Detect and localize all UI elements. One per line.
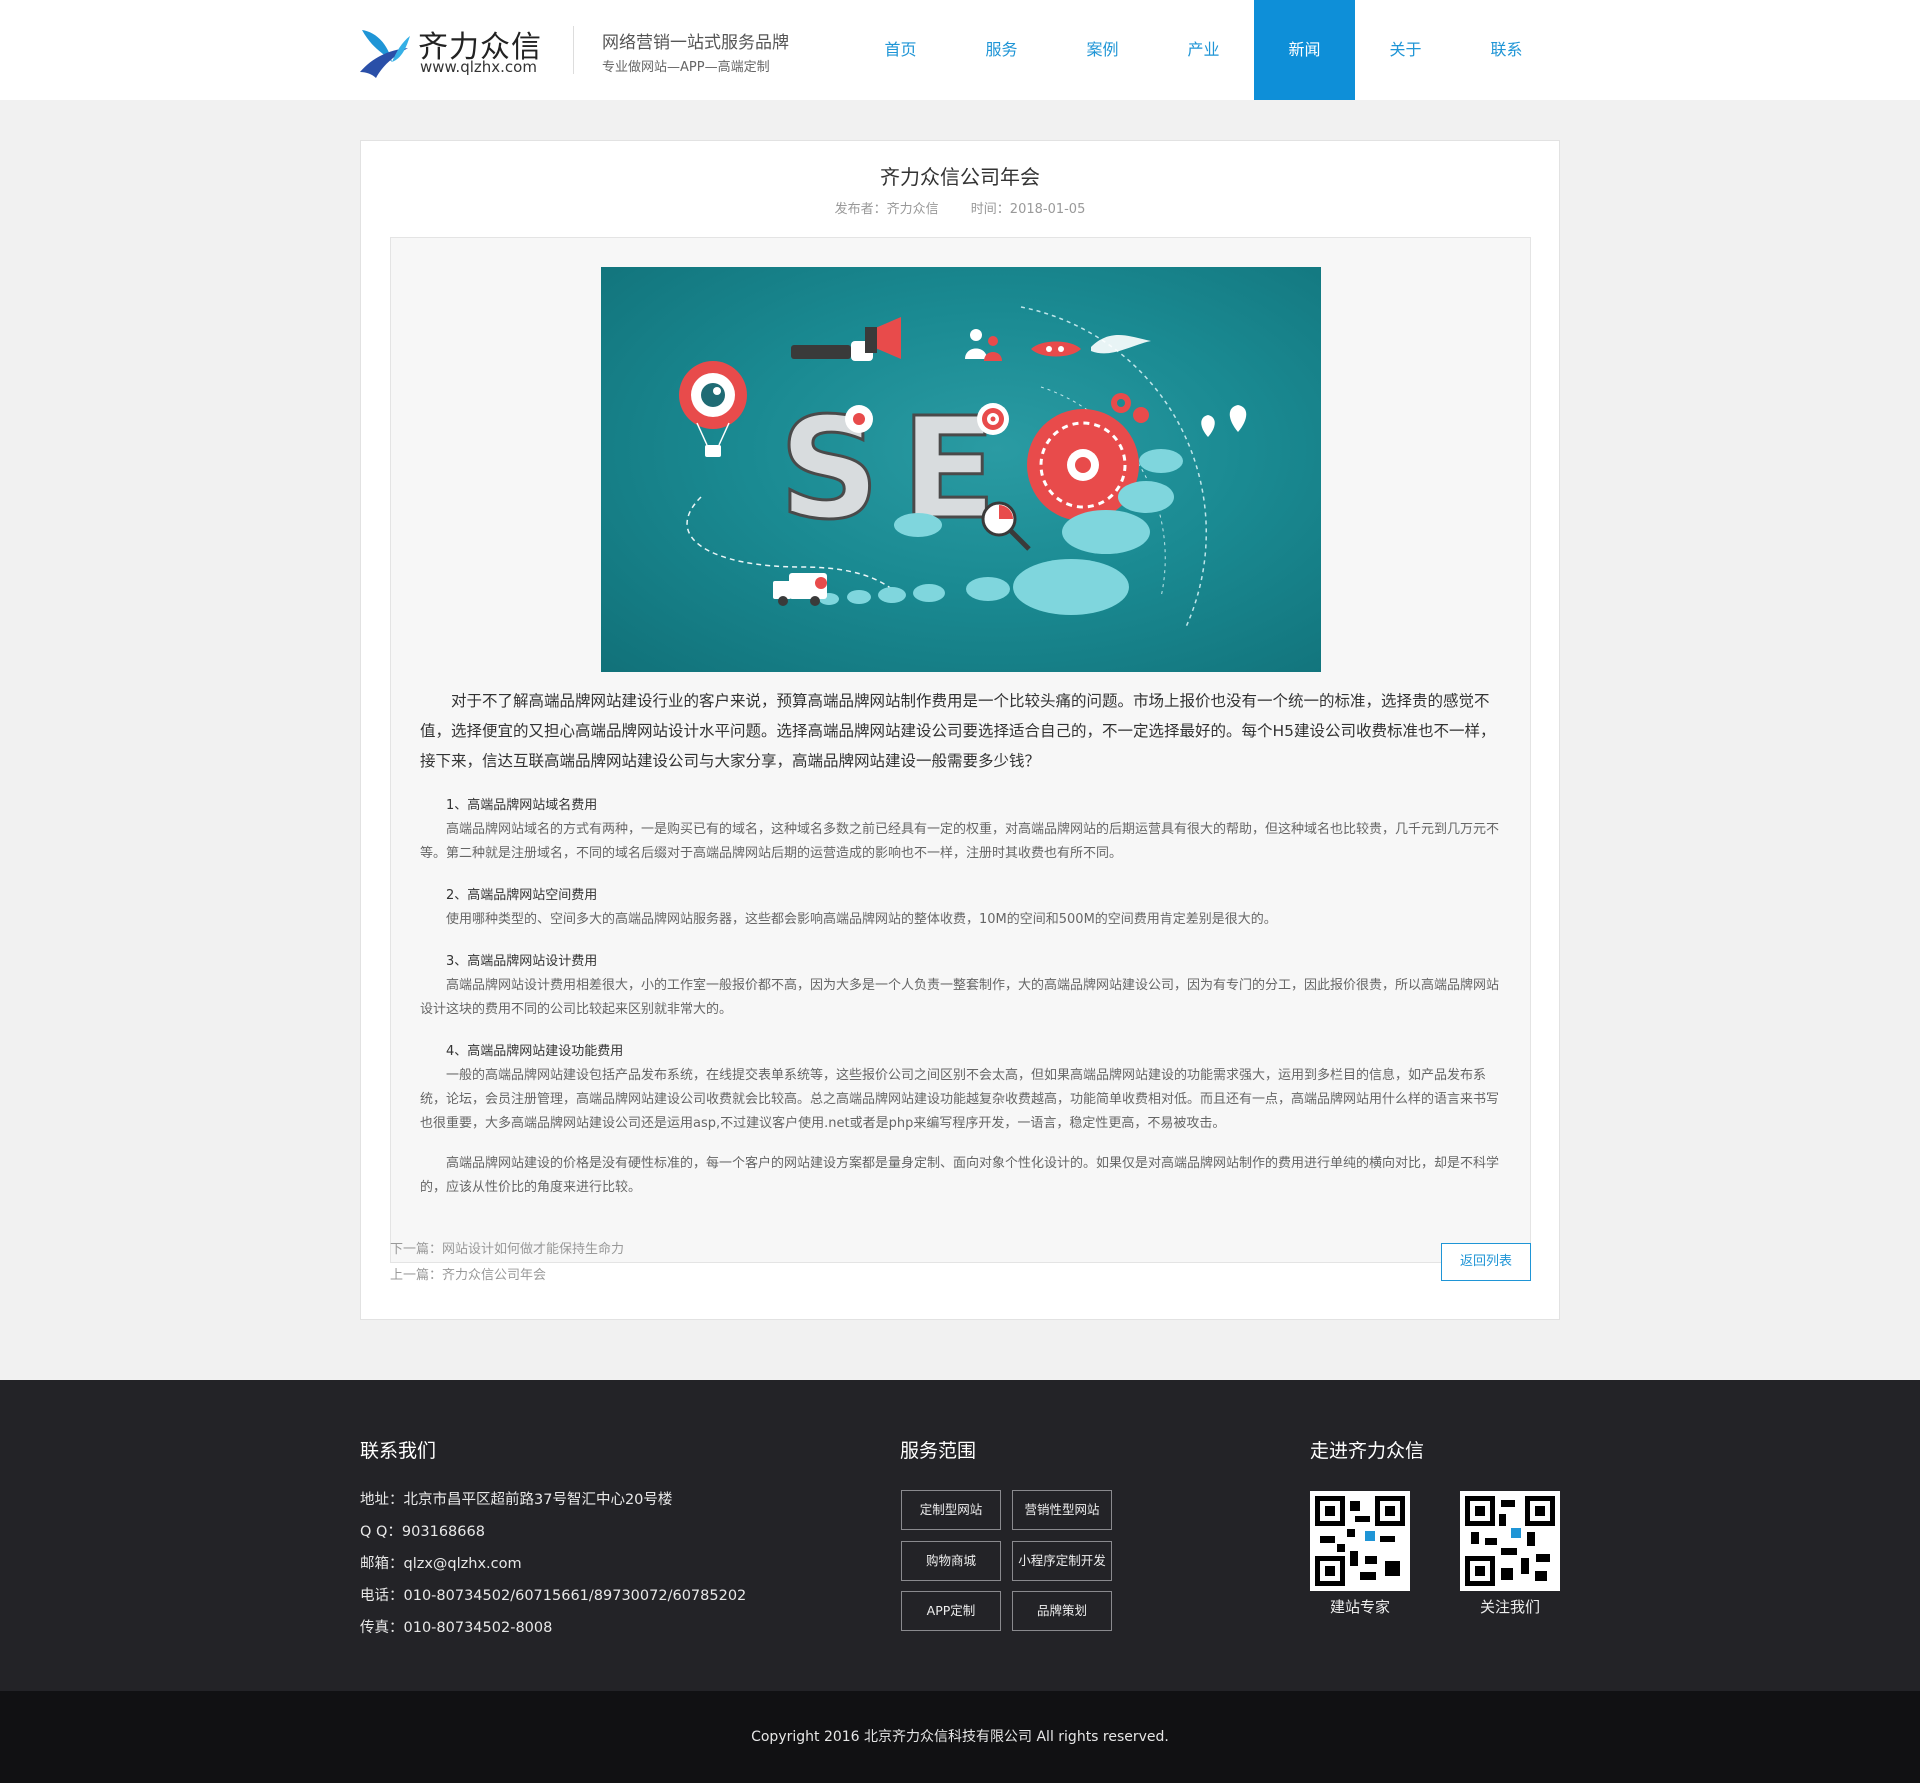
article-card: 齐力众信公司年会 发布者：齐力众信 时间：2018-01-05 S E 对于不了… xyxy=(360,140,1560,1320)
prev-article-label: 上一篇： xyxy=(390,1268,443,1283)
site-logo[interactable]: 齐力众信 www.qlzhx.com xyxy=(358,20,558,80)
next-article-label: 下一篇： xyxy=(390,1242,443,1257)
section-body: 高端品牌网站域名的方式有两种，一是购买已有的域名，这种域名多数之前已经具有一定的… xyxy=(420,822,1500,861)
slogan-sub: 专业做网站—APP—高端定制 xyxy=(602,60,770,75)
section-body: 使用哪种类型的、空间多大的高端品牌网站服务器，这些都会影响高端品牌网站的整体收费… xyxy=(446,912,1277,927)
article-hero-image: S E xyxy=(601,267,1321,672)
section-heading: 1、高端品牌网站域名费用 xyxy=(446,798,598,813)
article-section: 4、高端品牌网站建设功能费用 一般的高端品牌网站建设包括产品发布系统，在线提交表… xyxy=(420,1040,1502,1136)
article-title: 齐力众信公司年会 xyxy=(880,165,1040,189)
services-heading: 服务范围 xyxy=(900,1440,977,1462)
contact-address: 地址：北京市昌平区超前路37号智汇中心20号楼 xyxy=(360,1492,673,1508)
nav-item-about[interactable]: 关于 xyxy=(1355,0,1456,100)
people-icon xyxy=(965,329,1002,361)
article-content: S E 对于不了解高端品牌网站建设行业的客户来说，预算高端品牌网站制作费用是一个… xyxy=(390,237,1531,1263)
map-pin-icon xyxy=(1201,415,1215,437)
section-heading: 4、高端品牌网站建设功能费用 xyxy=(446,1044,624,1059)
target-icon xyxy=(977,403,1009,435)
site-header: 齐力众信 www.qlzhx.com 网络营销一站式服务品牌 专业做网站—APP… xyxy=(0,0,1920,100)
hot-air-balloon-icon xyxy=(679,361,747,457)
nav-item-news[interactable]: 新闻 xyxy=(1254,0,1355,100)
next-article-link[interactable]: 网站设计如何做才能保持生命力 xyxy=(442,1242,624,1257)
site-footer: 联系我们 地址：北京市昌平区超前路37号智汇中心20号楼 Q Q：9031686… xyxy=(0,1380,1920,1691)
article-meta: 发布者：齐力众信 时间：2018-01-05 xyxy=(361,198,1559,217)
service-shop-button[interactable]: 购物商城 xyxy=(901,1541,1001,1581)
section-heading: 2、高端品牌网站空间费用 xyxy=(446,888,598,903)
article-publisher: 发布者：齐力众信 xyxy=(834,202,939,217)
truck-icon xyxy=(773,573,827,606)
contact-email: 邮箱：qlzx@qlzhx.com xyxy=(360,1556,522,1572)
logo-mark-icon xyxy=(360,30,410,78)
article-closing: 高端品牌网站建设的价格是没有硬性标准的，每一个客户的网站建设方案都是量身定制、面… xyxy=(420,1152,1502,1200)
slogan-main: 网络营销一站式服务品牌 xyxy=(602,33,789,53)
contact-fax: 传真：010-80734502-8008 xyxy=(360,1620,553,1636)
next-article: 下一篇：网站设计如何做才能保持生命力 xyxy=(390,1237,624,1263)
nav-item-cases[interactable]: 案例 xyxy=(1052,0,1153,100)
service-miniprogram-button[interactable]: 小程序定制开发 xyxy=(1012,1541,1112,1581)
article-section: 2、高端品牌网站空间费用 使用哪种类型的、空间多大的高端品牌网站服务器，这些都会… xyxy=(420,884,1502,932)
nav-item-services[interactable]: 服务 xyxy=(951,0,1052,100)
service-custom-site-button[interactable]: 定制型网站 xyxy=(901,1490,1001,1530)
contact-qq: Q Q：903168668 xyxy=(360,1524,485,1540)
copyright-bar: Copyright 2016 北京齐力众信科技有限公司 All rights r… xyxy=(0,1691,1920,1783)
prev-article: 上一篇：齐力众信公司年会 xyxy=(390,1263,624,1289)
service-brand-button[interactable]: 品牌策划 xyxy=(1012,1591,1112,1631)
logo-domain: www.qlzhx.com xyxy=(420,58,537,76)
article-date: 时间：2018-01-05 xyxy=(970,202,1086,217)
contact-heading: 联系我们 xyxy=(360,1440,437,1462)
about-heading: 走进齐力众信 xyxy=(1310,1440,1425,1462)
megaphone-icon xyxy=(791,317,901,361)
section-body: 高端品牌网站设计费用相差很大，小的工作室一般报价都不高，因为大多是一个人负责一整… xyxy=(420,978,1500,1017)
section-body: 一般的高端品牌网站建设包括产品发布系统，在线提交表单系统等，这些报价公司之间区别… xyxy=(420,1068,1500,1131)
qr-label-builder: 建站专家 xyxy=(1329,1598,1390,1616)
service-marketing-site-button[interactable]: 营销性型网站 xyxy=(1012,1490,1112,1530)
main-nav: 首页 服务 案例 产业 新闻 关于 联系 xyxy=(850,0,1557,100)
article-section: 1、高端品牌网站域名费用 高端品牌网站域名的方式有两种，一是购买已有的域名，这种… xyxy=(420,794,1502,866)
logo-divider xyxy=(573,26,574,74)
seo-illustration: S E xyxy=(679,306,1247,628)
contact-phone: 电话：010-80734502/60715661/89730072/607852… xyxy=(360,1588,747,1604)
service-app-button[interactable]: APP定制 xyxy=(901,1591,1001,1631)
closing-paragraph: 高端品牌网站建设的价格是没有硬性标准的，每一个客户的网站建设方案都是量身定制、面… xyxy=(420,1156,1500,1195)
article-pagination: 下一篇：网站设计如何做才能保持生命力 上一篇：齐力众信公司年会 xyxy=(390,1237,624,1289)
article-intro: 对于不了解高端品牌网站建设行业的客户来说，预算高端品牌网站制作费用是一个比较头痛… xyxy=(420,692,1496,770)
nav-item-industry[interactable]: 产业 xyxy=(1153,0,1254,100)
section-heading: 3、高端品牌网站设计费用 xyxy=(446,954,598,969)
rocket-icon xyxy=(1031,334,1151,357)
back-to-list-button[interactable]: 返回列表 xyxy=(1441,1243,1531,1281)
nav-item-contact[interactable]: 联系 xyxy=(1456,0,1557,100)
nav-item-home[interactable]: 首页 xyxy=(850,0,951,100)
article-section: 3、高端品牌网站设计费用 高端品牌网站设计费用相差很大，小的工作室一般报价都不高… xyxy=(420,950,1502,1022)
qr-code-icon xyxy=(1310,1491,1410,1591)
qr-code-icon xyxy=(1460,1491,1560,1591)
prev-article-link[interactable]: 齐力众信公司年会 xyxy=(442,1268,546,1283)
qr-label-follow: 关注我们 xyxy=(1479,1598,1540,1616)
